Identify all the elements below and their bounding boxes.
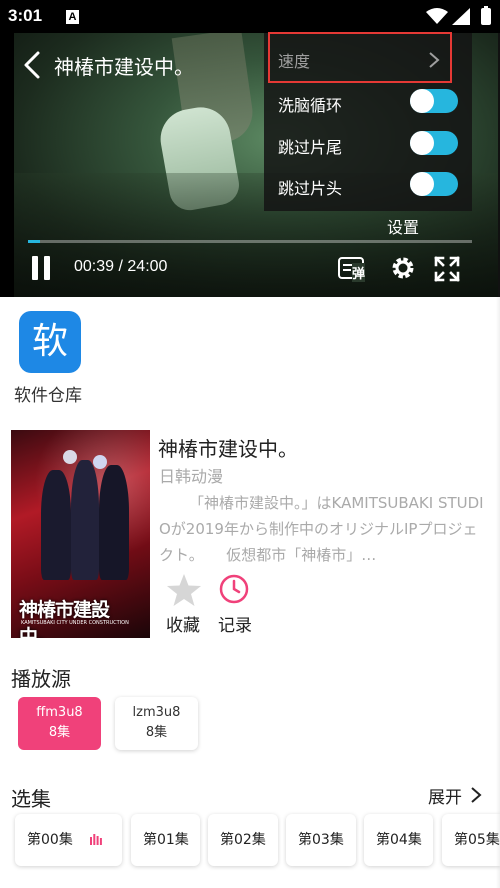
poster-subtitle: KAMITSUBAKI CITY UNDER CONSTRUCTION xyxy=(21,620,129,626)
chevron-right-icon xyxy=(429,52,440,68)
pause-button[interactable] xyxy=(30,256,52,280)
source-name: lzm3u8 xyxy=(132,705,181,720)
status-time: 3:01 xyxy=(8,6,43,25)
episode-chip[interactable]: 第00集 xyxy=(15,814,122,866)
elapsed-time: 00:39 xyxy=(74,258,115,275)
episode-label: 第03集 xyxy=(298,832,344,848)
history-button[interactable]: 记录 xyxy=(218,573,258,636)
episode-label: 第02集 xyxy=(220,832,266,848)
status-bar: 3:01 A xyxy=(0,0,500,33)
software-store-app-icon[interactable]: 软 xyxy=(19,311,81,373)
episodes-title: 选集 xyxy=(11,787,51,811)
skip-opening-label: 跳过片头 xyxy=(278,179,343,198)
chevron-right-icon[interactable] xyxy=(470,786,482,804)
sources-title: 播放源 xyxy=(11,667,71,691)
anime-poster: 神椿市建設中。 KAMITSUBAKI CITY UNDER CONSTRUCT… xyxy=(11,430,150,638)
fullscreen-icon[interactable] xyxy=(434,256,460,282)
progress-bar[interactable] xyxy=(28,240,472,243)
favorite-label: 收藏 xyxy=(166,616,200,636)
episode-label: 第01集 xyxy=(143,832,189,848)
expand-button[interactable]: 展开 xyxy=(428,783,462,808)
episode-chip[interactable]: 第05集 xyxy=(442,814,500,866)
episode-label: 第05集 xyxy=(454,832,500,848)
episode-chip[interactable]: 第03集 xyxy=(286,814,356,866)
notification-a-icon: A xyxy=(66,10,79,24)
episode-label: 第04集 xyxy=(376,832,422,848)
wifi-icon xyxy=(426,8,448,24)
time-readout: 00:39 / 24:00 xyxy=(74,258,168,275)
playing-indicator-icon xyxy=(90,834,102,845)
anime-category: 日韩动漫 xyxy=(159,467,224,486)
poster-title: 神椿市建設中。 xyxy=(19,599,110,638)
star-icon xyxy=(167,574,201,606)
gear-icon[interactable] xyxy=(390,255,416,281)
progress-fill xyxy=(28,240,40,243)
skip-opening-toggle[interactable] xyxy=(410,172,458,196)
clock-icon xyxy=(219,574,249,604)
loop-toggle[interactable] xyxy=(410,89,458,113)
source-name: ffm3u8 xyxy=(36,705,83,720)
episode-chip[interactable]: 第01集 xyxy=(131,814,200,866)
history-label: 记录 xyxy=(218,616,252,636)
back-arrow-icon[interactable] xyxy=(20,50,46,80)
signal-icon xyxy=(452,8,470,25)
source-chip[interactable]: ffm3u8 8集 xyxy=(18,697,101,750)
settings-caption: 设置 xyxy=(387,218,420,237)
loop-setting-label: 洗脑循环 xyxy=(278,96,343,115)
danmaku-label: 弹 xyxy=(352,263,366,282)
speed-label: 速度 xyxy=(278,52,311,71)
danmaku-toggle-button[interactable]: 弹 xyxy=(338,255,370,283)
skip-ending-label: 跳过片尾 xyxy=(278,138,343,157)
battery-icon xyxy=(481,6,491,25)
episode-chip[interactable]: 第02集 xyxy=(208,814,278,866)
skip-ending-toggle[interactable] xyxy=(410,131,458,155)
source-count: 8集 xyxy=(48,725,71,740)
source-count: 8集 xyxy=(145,725,168,740)
anime-description: 「神椿市建設中。」はKAMITSUBAKI STUDIOが2019年から制作中の… xyxy=(159,494,484,564)
episode-label: 第00集 xyxy=(27,832,73,848)
total-duration: 24:00 xyxy=(127,258,168,275)
episode-chip[interactable]: 第04集 xyxy=(364,814,433,866)
favorite-button[interactable]: 收藏 xyxy=(166,573,206,636)
anime-title: 神椿市建设中。 xyxy=(158,437,298,461)
software-store-label: 软件仓库 xyxy=(14,386,82,406)
source-chip[interactable]: lzm3u8 8集 xyxy=(115,697,198,750)
video-title: 神椿市建设中。 xyxy=(54,55,194,79)
